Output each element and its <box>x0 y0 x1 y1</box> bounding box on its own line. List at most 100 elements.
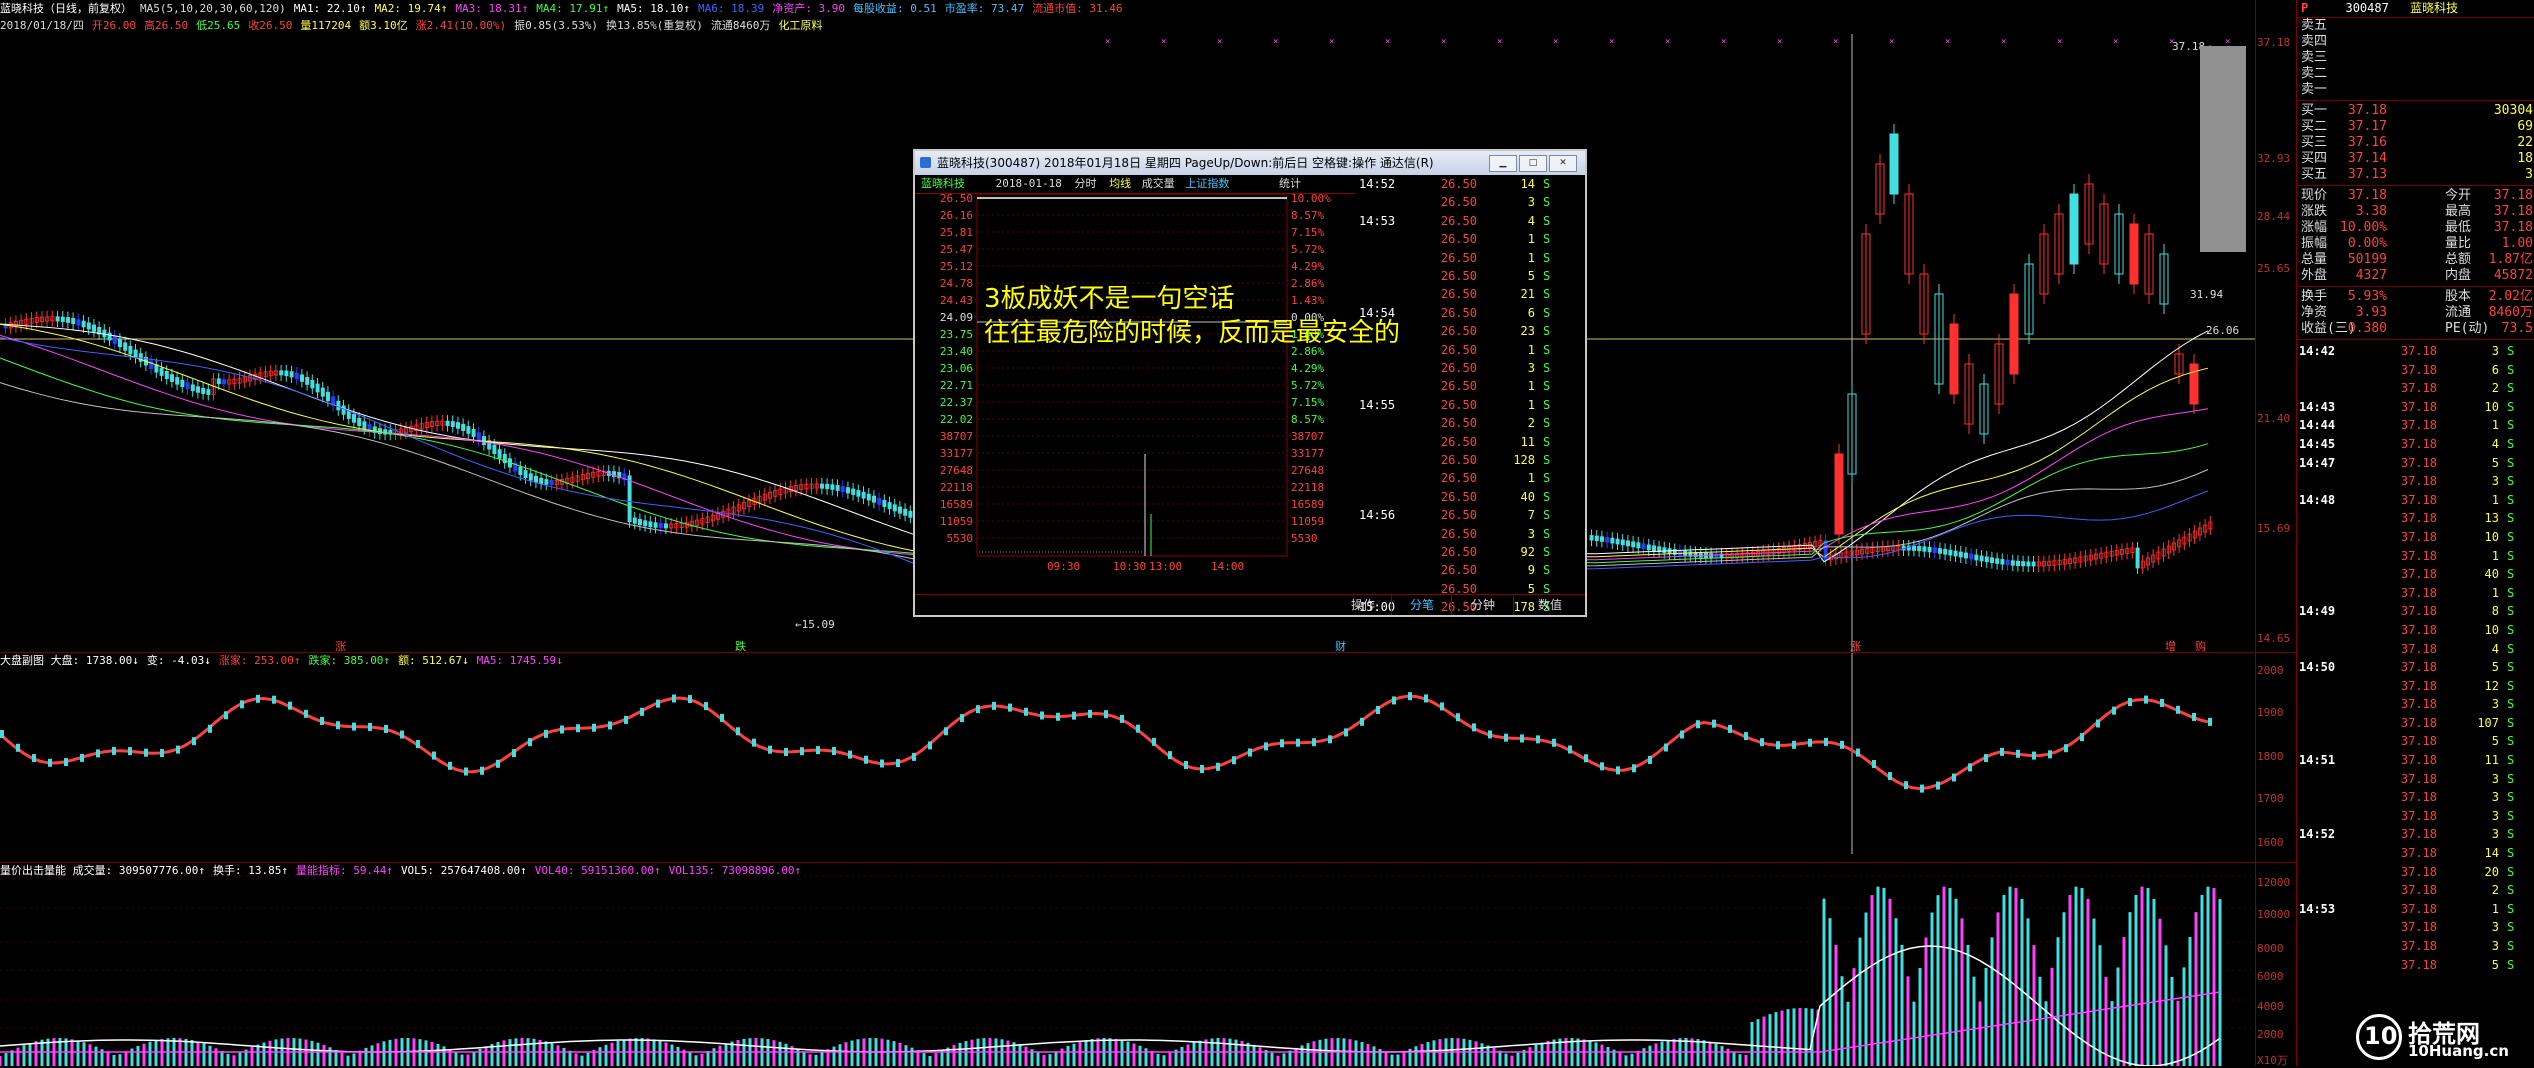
tab-operate[interactable]: 操作 <box>1335 595 1391 615</box>
stat-row: 涨幅 10.00% 最低 37.18 <box>2297 220 2534 236</box>
mini-time-label: 10:30 <box>1113 560 1146 573</box>
event-tick: × <box>1945 37 1950 47</box>
buy-price: 37.13 <box>2347 167 2387 182</box>
stock-code: 300487 <box>2345 1 2389 15</box>
index-candle <box>1872 759 1876 768</box>
tick-price: 26.50 <box>1440 361 1477 375</box>
tick-price: 26.50 <box>1440 269 1477 283</box>
candle-body <box>1610 537 1615 544</box>
event-tick: × <box>2057 37 2062 47</box>
popup-tick-row: 26.50 1 S <box>1355 469 1585 487</box>
buy-row[interactable]: 买一 37.18 30304 <box>2297 103 2534 119</box>
tick-flag: S <box>1543 195 1551 210</box>
popup-stat-button[interactable]: 统计 <box>1279 175 1301 193</box>
low-price-marker: ←15.09 <box>795 618 835 631</box>
stock-name[interactable]: 蓝晓科技 <box>2410 1 2458 15</box>
popup-stock-name: 蓝晓科技 <box>921 177 965 190</box>
event-tick: × <box>2169 37 2174 47</box>
buy-label: 买五 <box>2301 167 2328 182</box>
event-marker[interactable]: 跌 <box>735 639 746 653</box>
tick-flag: S <box>2507 381 2515 396</box>
buy-row[interactable]: 买四 37.14 18 <box>2297 151 2534 167</box>
mini-left-axis-label: 26.16 <box>940 209 973 222</box>
sell-row[interactable]: 卖一 <box>2297 82 2534 98</box>
candle-body <box>643 520 648 527</box>
mini-right-axis-label: 5530 <box>1291 532 1318 545</box>
index-candle <box>416 740 420 749</box>
sell-row[interactable]: 卖三 <box>2297 50 2534 66</box>
stat-value: 37.18 <box>2493 220 2533 235</box>
popup-item-avg[interactable]: 均线 <box>1109 177 1131 190</box>
tick-volume: 1 <box>2491 901 2499 916</box>
event-marker[interactable]: 财 <box>1335 639 1346 653</box>
tick-volume: 40 <box>1520 489 1535 504</box>
tick-volume: 1 <box>1527 250 1535 265</box>
index-candle <box>768 745 772 754</box>
tab-fenbi[interactable]: 分笔 <box>1391 595 1452 615</box>
volume-axis-label: 10000 <box>2257 908 2291 921</box>
buy-row[interactable]: 买三 37.16 22 <box>2297 135 2534 151</box>
tab-minute[interactable]: 分钟 <box>1451 595 1514 615</box>
stat-row: 现价 37.18 今开 37.18 <box>2297 188 2534 204</box>
tick-volume: 1 <box>2491 548 2499 563</box>
popup-item-fenshi[interactable]: 分时 <box>1074 177 1096 190</box>
index-candle <box>528 738 532 747</box>
tick-flag: S <box>2507 567 2515 582</box>
subchart-item: VOL5: 257647408.00↑ <box>400 864 527 877</box>
index-candle <box>1184 761 1188 770</box>
maximize-button[interactable]: □ <box>1519 155 1547 172</box>
buy-label: 买四 <box>2301 151 2328 166</box>
buy-row[interactable]: 买五 37.13 3 <box>2297 167 2534 183</box>
candle-body <box>648 521 653 528</box>
sell-row[interactable]: 卖五 <box>2297 18 2534 34</box>
info-item: 2018/01/18/四 <box>0 19 84 32</box>
index-candle <box>32 754 36 763</box>
buy-label: 买二 <box>2301 119 2328 134</box>
index-candle <box>1152 737 1156 746</box>
candle-body <box>455 422 460 429</box>
tick-flag: S <box>1543 489 1551 504</box>
mini-left-axis-label: 22.37 <box>940 396 973 409</box>
popup-item-vol[interactable]: 成交量 <box>1142 177 1175 190</box>
popup-title: 蓝晓科技(300487) 2018年01月18日 星期四 PageUp/Down… <box>937 156 1434 170</box>
stat-label: 流通 <box>2445 305 2472 320</box>
tick-flag: S <box>2507 418 2515 433</box>
event-tick: × <box>1553 37 1558 47</box>
intraday-popup-window[interactable]: 蓝晓科技(300487) 2018年01月18日 星期四 PageUp/Down… <box>913 149 1587 617</box>
tab-value[interactable]: 数值 <box>1513 595 1586 615</box>
index-candle <box>384 724 388 733</box>
tick-flag: S <box>2507 901 2515 916</box>
subchart-item: VOL40: 59151360.00↑ <box>534 864 661 877</box>
index-candle <box>1600 762 1604 771</box>
stat-value: 4327 <box>2355 268 2387 283</box>
cursor-price-marker: 31.94 <box>2190 288 2223 301</box>
event-marker[interactable]: 增 <box>2165 639 2176 653</box>
popup-tick-row: 26.50 9 S <box>1355 561 1585 579</box>
info-item: 换13.85%(重复权) <box>605 19 703 32</box>
index-candle <box>1040 711 1044 720</box>
tick-price: 37.18 <box>2400 604 2437 619</box>
tick-volume: 11 <box>2484 753 2499 768</box>
minimize-button[interactable]: ▁ <box>1489 155 1517 172</box>
buy-row[interactable]: 买二 37.17 69 <box>2297 119 2534 135</box>
tick-volume: 1 <box>1527 379 1535 394</box>
popup-tick-row: 26.50 11 S <box>1355 433 1585 451</box>
index-candle <box>1904 781 1908 790</box>
close-button[interactable]: ✕ <box>1549 155 1577 172</box>
tick-flag: S <box>1543 379 1551 394</box>
tick-price: 26.50 <box>1440 177 1477 191</box>
tick-list[interactable]: 14:42 37.18 3 S 37.18 6 S 37.18 2 S 14:43 37.18 10 S 1… <box>2297 342 2534 974</box>
event-tick: × <box>1385 37 1390 47</box>
popup-item-index[interactable]: 上证指数 <box>1185 177 1229 190</box>
sell-row[interactable]: 卖四 <box>2297 34 2534 50</box>
event-marker[interactable]: 购 <box>2195 639 2206 653</box>
candle-body <box>1974 554 1979 561</box>
sell-row[interactable]: 卖二 <box>2297 66 2534 82</box>
tick-price: 26.50 <box>1440 232 1477 247</box>
index-candle <box>48 758 52 767</box>
mini-time-label: 13:00 <box>1149 560 1182 573</box>
tick-flag: S <box>2507 790 2515 805</box>
popup-title-bar[interactable]: 蓝晓科技(300487) 2018年01月18日 星期四 PageUp/Down… <box>915 151 1585 175</box>
candle-body <box>2069 193 2079 265</box>
stat-value: 10.00% <box>2340 220 2387 235</box>
